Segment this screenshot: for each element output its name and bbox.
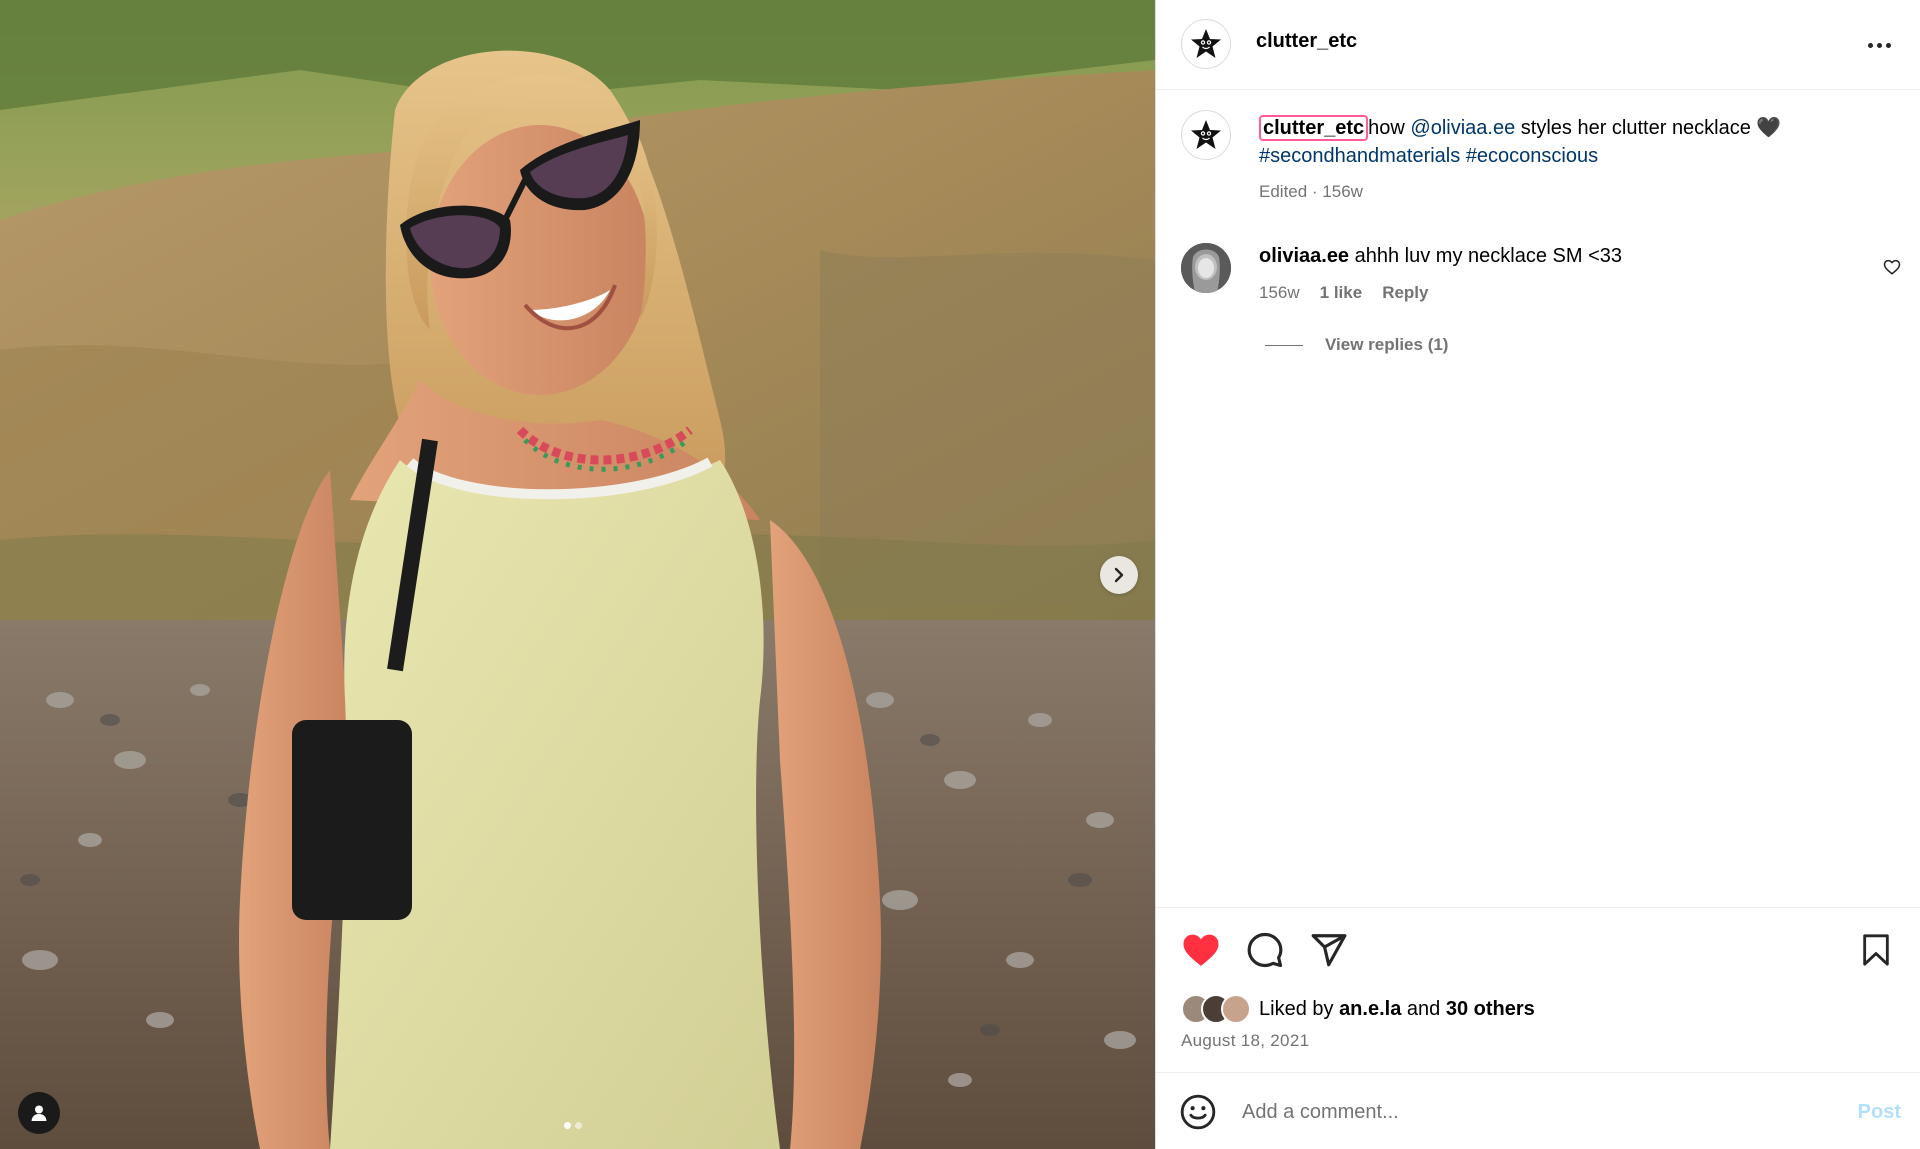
comment-like-button[interactable] — [1883, 258, 1901, 281]
comment-meta: 156w 1 like Reply — [1259, 283, 1428, 303]
more-dot — [1867, 42, 1873, 48]
send-icon — [1311, 934, 1347, 967]
comment-body: ahhh luv my necklace SM <33 — [1354, 245, 1622, 267]
like-button[interactable] — [1181, 930, 1221, 970]
carousel-indicator — [564, 1122, 582, 1129]
liked-by-user[interactable]: an.e.la — [1339, 998, 1401, 1021]
post-actions: Liked by an.e.la and 30 others August 18… — [1156, 907, 1920, 1067]
likes-summary: Liked by an.e.la and 30 others — [1181, 994, 1535, 1024]
tagged-users-button[interactable] — [18, 1092, 60, 1134]
star-character-icon — [1191, 29, 1221, 58]
view-replies-label: View replies (1) — [1325, 335, 1449, 354]
post-photo[interactable] — [0, 0, 1155, 1149]
bookmark-icon — [1863, 934, 1889, 966]
reply-button[interactable]: Reply — [1382, 283, 1428, 303]
heart-filled-icon — [1183, 934, 1219, 966]
action-icons — [1181, 930, 1349, 970]
author-avatar[interactable] — [1181, 19, 1231, 69]
liked-by-and: and — [1406, 997, 1441, 1020]
caption-text-after: styles her clutter necklace 🖤 — [1515, 117, 1782, 139]
comment-username[interactable]: oliviaa.ee — [1259, 245, 1349, 267]
chevron-right-icon — [1114, 567, 1124, 583]
post-image — [0, 0, 1155, 1149]
more-dot — [1885, 42, 1891, 48]
add-comment-bar: Post — [1156, 1072, 1920, 1149]
caption-hashtag[interactable]: #ecoconscious — [1466, 145, 1598, 167]
next-slide-button[interactable] — [1100, 556, 1138, 594]
liked-by-prefix: Liked by — [1259, 997, 1334, 1020]
caption-mention[interactable]: @oliviaa.ee — [1410, 117, 1515, 139]
share-button[interactable] — [1309, 930, 1349, 970]
emoji-button[interactable] — [1179, 1093, 1219, 1133]
caption-text-before: how — [1368, 117, 1411, 139]
view-replies-button[interactable]: View replies (1) — [1265, 335, 1448, 355]
more-dot — [1876, 42, 1882, 48]
caption-text: clutter_etc how @oliviaa.ee styles her cl… — [1259, 114, 1899, 170]
more-options-button[interactable] — [1859, 30, 1899, 60]
heart-outline-icon — [1883, 259, 1901, 275]
comment-age: 156w — [1259, 283, 1300, 302]
post-comment-button[interactable]: Post — [1858, 1101, 1901, 1124]
comment-likes-count[interactable]: 1 like — [1320, 283, 1363, 303]
comment-button[interactable] — [1245, 930, 1285, 970]
save-button[interactable] — [1856, 930, 1896, 970]
caption-username[interactable]: clutter_etc — [1259, 115, 1369, 141]
caption-hashtag[interactable]: #secondhandmaterials — [1259, 145, 1460, 167]
replies-divider-line — [1265, 344, 1303, 346]
smiley-icon — [1180, 1094, 1216, 1130]
comment-input[interactable] — [1242, 1093, 1802, 1131]
liker-avatar — [1221, 994, 1251, 1024]
comment-bubble-icon — [1247, 932, 1283, 968]
comment-text: oliviaa.ee ahhh luv my necklace SM <33 — [1259, 245, 1622, 268]
carousel-dot — [575, 1122, 582, 1129]
liker-avatars[interactable] — [1181, 994, 1251, 1024]
author-username[interactable]: clutter_etc — [1256, 30, 1357, 53]
star-character-icon — [1191, 120, 1221, 149]
user-icon — [31, 1105, 47, 1121]
profile-photo-icon — [1181, 243, 1231, 293]
liked-by-others[interactable]: 30 others — [1446, 998, 1535, 1021]
caption-meta: Edited · 156w — [1259, 182, 1363, 201]
post-header: clutter_etc — [1156, 0, 1920, 90]
post-details-panel: clutter_etc clutter_etc how @oliviaa.ee s… — [1155, 0, 1920, 1149]
carousel-dot-active — [564, 1122, 571, 1129]
post-date[interactable]: August 18, 2021 — [1181, 1031, 1309, 1051]
caption-avatar[interactable] — [1181, 110, 1231, 160]
commenter-avatar[interactable] — [1181, 243, 1231, 293]
